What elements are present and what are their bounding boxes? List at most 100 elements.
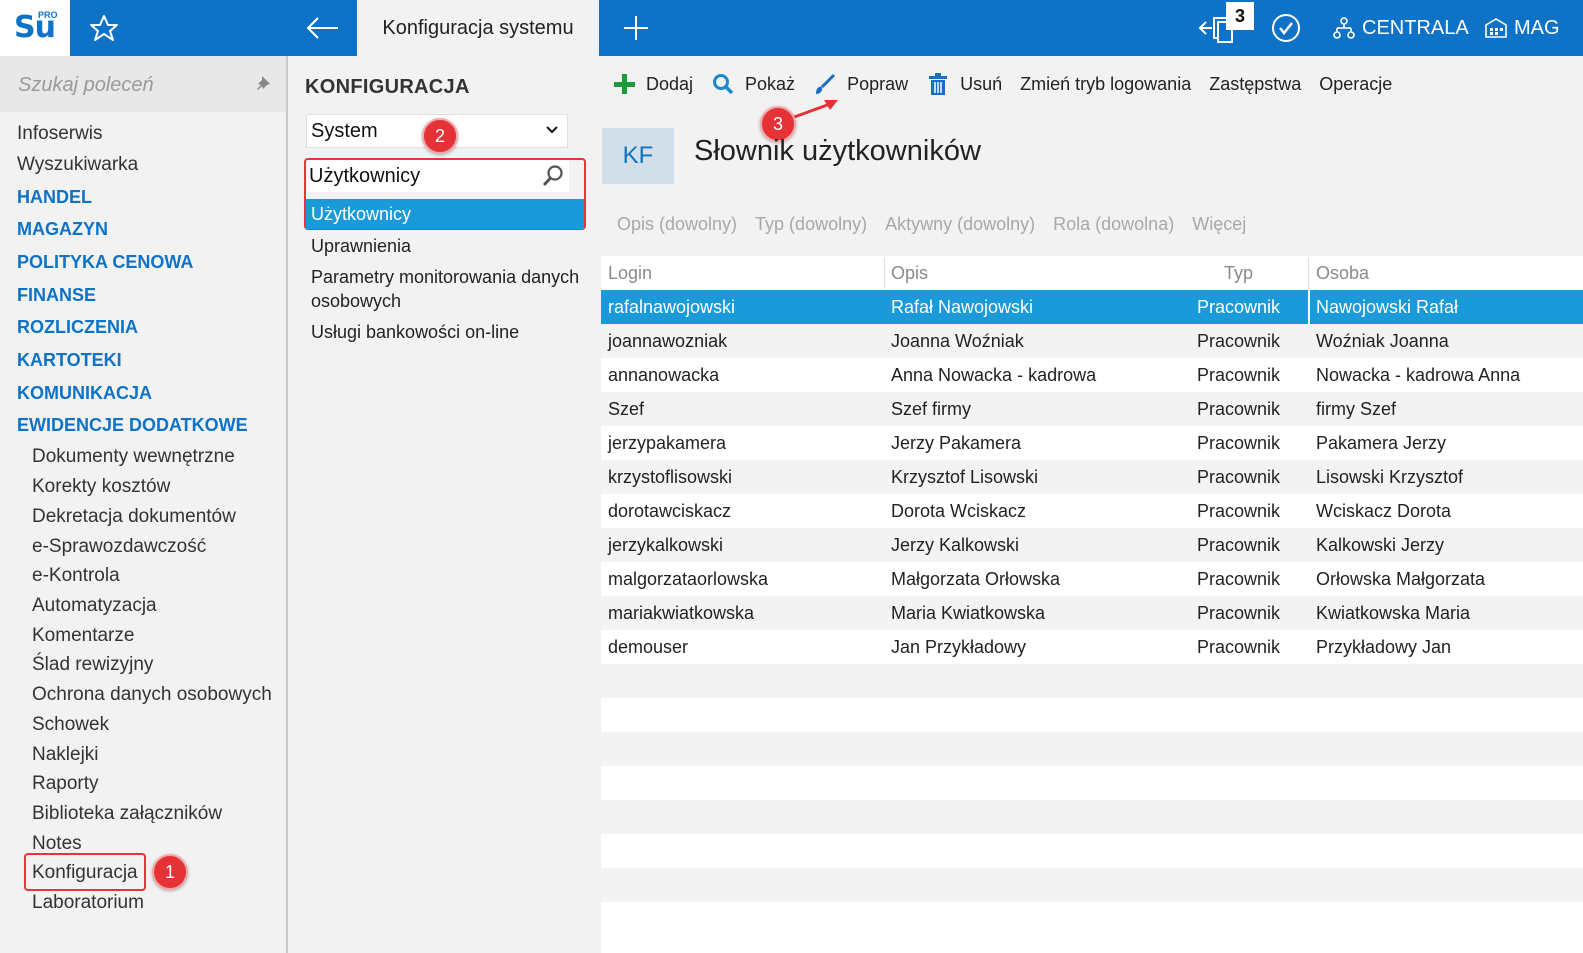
app-logo[interactable]: Su PRO — [0, 0, 70, 56]
table-row[interactable]: jerzypakamera Jerzy Pakamera Pracownik Paka… — [601, 426, 1583, 460]
column-header-osoba[interactable]: Osoba — [1316, 263, 1369, 284]
nav-section-finanse[interactable]: FINANSE — [17, 285, 96, 306]
nav-section-handel[interactable]: HANDEL — [17, 187, 92, 208]
change-login-mode-button[interactable]: Zmień tryb logowania — [1020, 74, 1191, 95]
warehouse-selector[interactable]: MAG — [1484, 0, 1560, 56]
edit-button[interactable]: Popraw — [813, 72, 908, 96]
cell-login: Szef — [608, 399, 645, 419]
tree-item-uslugi-bankowosci[interactable]: Usługi bankowości on-line — [311, 320, 519, 344]
filter-wiecej[interactable]: Więcej — [1192, 214, 1246, 235]
nav-subitem[interactable]: Automatyzacja — [32, 595, 157, 617]
nav-subitem[interactable]: Biblioteka załączników — [32, 803, 222, 825]
page-title: Słownik użytkowników — [694, 135, 981, 167]
cell-typ: Pracownik — [1197, 535, 1281, 555]
empty-table-row — [601, 698, 1583, 732]
table-row[interactable]: Szef Szef firmy Pracownik firmy Szef — [601, 392, 1583, 426]
delete-button-label: Usuń — [960, 73, 1003, 94]
cell-login: malgorzataorlowska — [608, 569, 769, 589]
table-row[interactable]: demouser Jan Przykładowy Pracownik Przykład… — [601, 630, 1583, 664]
trash-icon — [929, 73, 948, 95]
nav-subitem[interactable]: Komentarze — [32, 625, 134, 647]
filter-opis[interactable]: Opis (dowolny) — [617, 214, 737, 235]
operations-button[interactable]: Operacje — [1319, 74, 1392, 95]
nav-section-ewidencje-dodatkowe[interactable]: EWIDENCJE DODATKOWE — [17, 415, 248, 436]
cell-typ: Pracownik — [1197, 365, 1281, 385]
magnifier-icon — [713, 74, 734, 95]
nav-subitem[interactable]: Dokumenty wewnętrzne — [32, 446, 235, 468]
empty-table-row — [601, 766, 1583, 800]
column-header-opis[interactable]: Opis — [891, 263, 928, 284]
cell-typ: Pracownik — [1197, 433, 1281, 453]
nav-subitem[interactable]: Notes — [32, 833, 82, 855]
table-row[interactable]: mariakwiatkowska Maria Kwiatkowska Pracown… — [601, 596, 1583, 630]
configuration-title: KONFIGURACJA — [305, 76, 470, 98]
nav-item-wyszukiwarka[interactable]: Wyszukiwarka — [17, 154, 138, 176]
cell-osoba: Nawojowski Rafał — [1316, 297, 1459, 317]
nav-subitem[interactable]: e-Sprawozdawczość — [32, 536, 206, 558]
callout-1: 1 — [152, 854, 188, 890]
cell-osoba: Kalkowski Jerzy — [1316, 535, 1445, 555]
tree-item-uzytkownicy[interactable]: Użytkownicy — [306, 199, 584, 229]
delete-button[interactable]: Usuń — [926, 72, 1002, 96]
nav-subitem[interactable]: Laboratorium — [32, 892, 144, 914]
filter-aktywny[interactable]: Aktywny (dowolny) — [885, 214, 1035, 235]
add-button[interactable]: Dodaj — [612, 72, 693, 96]
back-arrow-icon[interactable] — [300, 10, 344, 46]
table-row[interactable]: rafalnawojowski Rafał Nawojowski Pracownik… — [601, 290, 1583, 324]
column-header-login[interactable]: Login — [608, 263, 652, 284]
cell-divider — [1308, 290, 1310, 324]
empty-table-row — [601, 732, 1583, 766]
table-row[interactable]: joannawozniak Joanna Woźniak Pracownik Woźn… — [601, 324, 1583, 358]
nav-subitem[interactable]: Raporty — [32, 773, 99, 795]
callout-2: 2 — [422, 118, 458, 154]
new-tab-plus-icon[interactable] — [618, 10, 654, 46]
cell-opis: Rafał Nawojowski — [891, 297, 1034, 317]
table-row[interactable]: malgorzataorlowska Małgorzata Orłowska Pra… — [601, 562, 1583, 596]
centrala-selector[interactable]: CENTRALA — [1332, 0, 1469, 56]
cell-osoba: Woźniak Joanna — [1316, 331, 1449, 351]
column-separator[interactable] — [884, 258, 885, 288]
pin-icon[interactable] — [254, 74, 274, 96]
empty-table-row — [601, 800, 1583, 834]
nav-section-rozliczenia[interactable]: ROZLICZENIA — [17, 317, 138, 338]
nav-section-komunikacja[interactable]: KOMUNIKACJA — [17, 383, 152, 404]
column-header-typ[interactable]: Typ — [1224, 263, 1253, 284]
table-row[interactable]: annanowacka Anna Nowacka - kadrowa Pracown… — [601, 358, 1583, 392]
nav-item-infoserwis[interactable]: Infoserwis — [17, 123, 103, 145]
open-windows-count-badge: 3 — [1226, 2, 1254, 30]
filter-typ[interactable]: Typ (dowolny) — [755, 214, 867, 235]
tree-item-parametry-monitorowania[interactable]: Parametry monitorowania danych osobowych — [311, 265, 583, 313]
tab-konfiguracja-systemu[interactable]: Konfiguracja systemu — [357, 0, 599, 56]
nav-section-magazyn[interactable]: MAGAZYN — [17, 219, 108, 240]
column-separator[interactable] — [1308, 258, 1309, 288]
nav-subitem[interactable]: Schowek — [32, 714, 109, 736]
nav-section-kartoteki[interactable]: KARTOTEKI — [17, 350, 122, 371]
nav-subitem[interactable]: e-Kontrola — [32, 565, 120, 587]
cell-login: krzystoflisowski — [608, 467, 733, 487]
table-row[interactable]: krzystoflisowski Krzysztof Lisowski Pracow… — [601, 460, 1583, 494]
check-circle-icon[interactable] — [1270, 12, 1302, 44]
substitutions-button[interactable]: Zastępstwa — [1209, 74, 1301, 95]
filter-rola[interactable]: Rola (dowolna) — [1053, 214, 1174, 235]
command-search-placeholder: Szukaj poleceń — [18, 74, 154, 96]
show-button[interactable]: Pokaż — [711, 72, 795, 96]
search-icon[interactable] — [541, 164, 565, 188]
cell-opis: Dorota Wciskacz — [891, 501, 1027, 521]
nav-subitem[interactable]: Dekretacja dokumentów — [32, 506, 236, 528]
nav-subitem[interactable]: Ślad rewizyjny — [32, 654, 153, 676]
config-filter-input[interactable]: Użytkownicy — [307, 160, 569, 192]
nav-subitem[interactable]: Korekty kosztów — [32, 476, 170, 498]
table-row[interactable]: jerzykalkowski Jerzy Kalkowski Pracownik Ka… — [601, 528, 1583, 562]
empty-table-row — [601, 868, 1583, 902]
nav-section-polityka-cenowa[interactable]: POLITYKA CENOWA — [17, 252, 193, 273]
table-row[interactable]: dorotawciskacz Dorota Wciskacz Pracownik Wc… — [601, 494, 1583, 528]
command-search[interactable]: Szukaj poleceń — [0, 56, 286, 112]
nav-subitem[interactable]: Ochrona danych osobowych — [32, 684, 272, 706]
cell-typ: Pracownik — [1197, 637, 1281, 657]
tree-item-uprawnienia[interactable]: Uprawnienia — [311, 234, 411, 258]
centrala-label: CENTRALA — [1362, 16, 1469, 39]
cell-osoba: Lisowski Krzysztof — [1316, 467, 1464, 487]
favorites-star-icon[interactable] — [86, 12, 122, 44]
cell-typ: Pracownik — [1197, 331, 1281, 351]
nav-subitem[interactable]: Naklejki — [32, 744, 99, 766]
